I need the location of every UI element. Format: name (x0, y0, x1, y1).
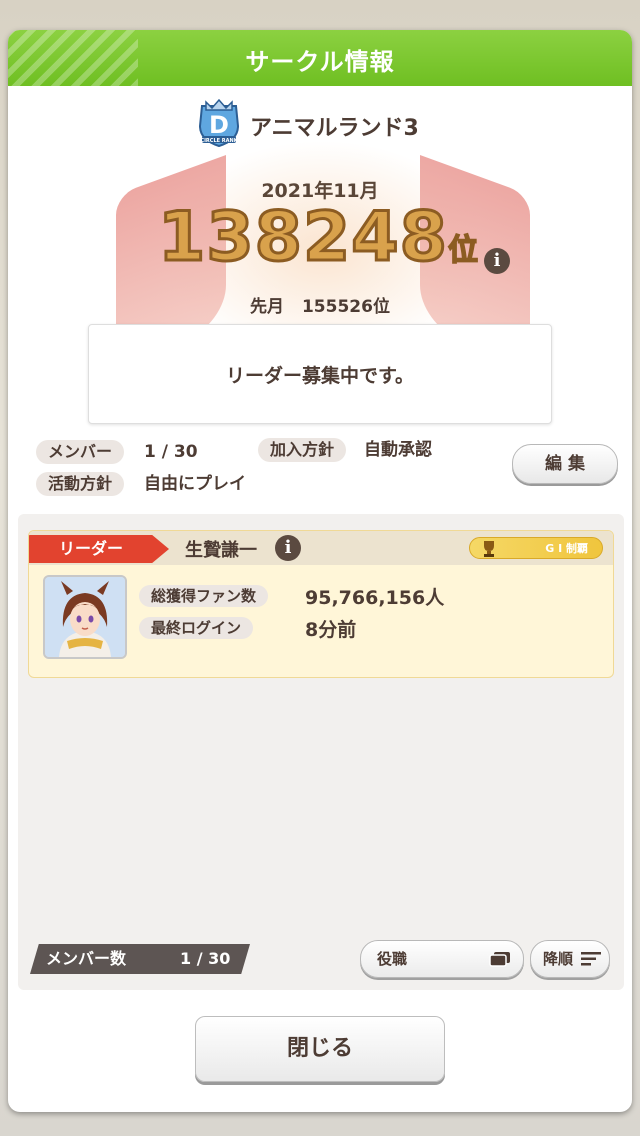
order-sort-label: 降順 (543, 950, 574, 968)
activity-policy-value: 自由にプレイ (144, 474, 246, 494)
member-list-panel: リーダー 生贄謙一 i G I 制覇 総獲得ファン数 95,766,156人 最… (18, 514, 624, 990)
last-login-label: 最終ログイン (139, 617, 254, 639)
dialog-header: サークル情報 (8, 30, 632, 86)
svg-text:CIRCLE RANK: CIRCLE RANK (200, 138, 238, 144)
member-card[interactable]: リーダー 生贄謙一 i G I 制覇 総獲得ファン数 95,766,156人 最… (28, 530, 614, 678)
g1-badge-label: G I 制覇 (545, 542, 588, 555)
join-policy-value: 自動承認 (364, 440, 432, 460)
role-sort-label: 役職 (377, 950, 408, 968)
leader-info-icon[interactable]: i (275, 535, 301, 561)
dialog-title: サークル情報 (245, 48, 395, 76)
cards-icon (489, 952, 510, 967)
sort-descending-icon (581, 952, 601, 966)
leader-tag: リーダー (29, 535, 169, 563)
member-count-value: 1 / 30 (180, 949, 231, 968)
edit-button[interactable]: 編 集 (512, 444, 618, 484)
circle-message-box: リーダー募集中です。 (88, 324, 552, 424)
rank-info-icon[interactable]: i (484, 248, 510, 274)
circle-name: アニマルランド3 (250, 116, 419, 141)
circle-info-dialog: サークル情報 D CIRCLE RANK アニマルランド3 2021年11月 1… (8, 30, 632, 1112)
svg-text:D: D (209, 111, 229, 139)
total-fans-value: 95,766,156人 (305, 587, 445, 609)
g1-title-badge: G I 制覇 (469, 537, 603, 559)
trophy-icon (484, 541, 494, 557)
last-login-value: 8分前 (305, 619, 357, 641)
members-value: 1 / 30 (144, 442, 198, 462)
order-sort-button[interactable]: 降順 (530, 940, 610, 978)
rank-unit: 位 (447, 232, 479, 269)
circle-rank: 138248位 (8, 197, 628, 279)
avatar (43, 575, 127, 659)
members-label: メンバー (36, 440, 125, 464)
rank-number: 138248 (157, 197, 449, 279)
join-policy-label: 加入方針 (258, 438, 347, 462)
circle-message: リーダー募集中です。 (225, 365, 415, 387)
circle-rank-badge-icon: D CIRCLE RANK (198, 98, 240, 148)
last-month-label: 先月 (250, 297, 285, 317)
leader-name: 生贄謙一 (185, 540, 257, 561)
last-month-value: 155526位 (301, 297, 390, 317)
close-button[interactable]: 閉じる (195, 1016, 445, 1082)
last-month-rank: 先月 155526位 (8, 292, 632, 317)
member-count-bar: メンバー数 1 / 30 (30, 944, 250, 974)
total-fans-label: 総獲得ファン数 (139, 585, 269, 607)
character-portrait-icon (45, 577, 125, 657)
role-sort-button[interactable]: 役職 (360, 940, 524, 978)
activity-policy-label: 活動方針 (36, 472, 125, 496)
member-count-label: メンバー数 (46, 949, 127, 968)
